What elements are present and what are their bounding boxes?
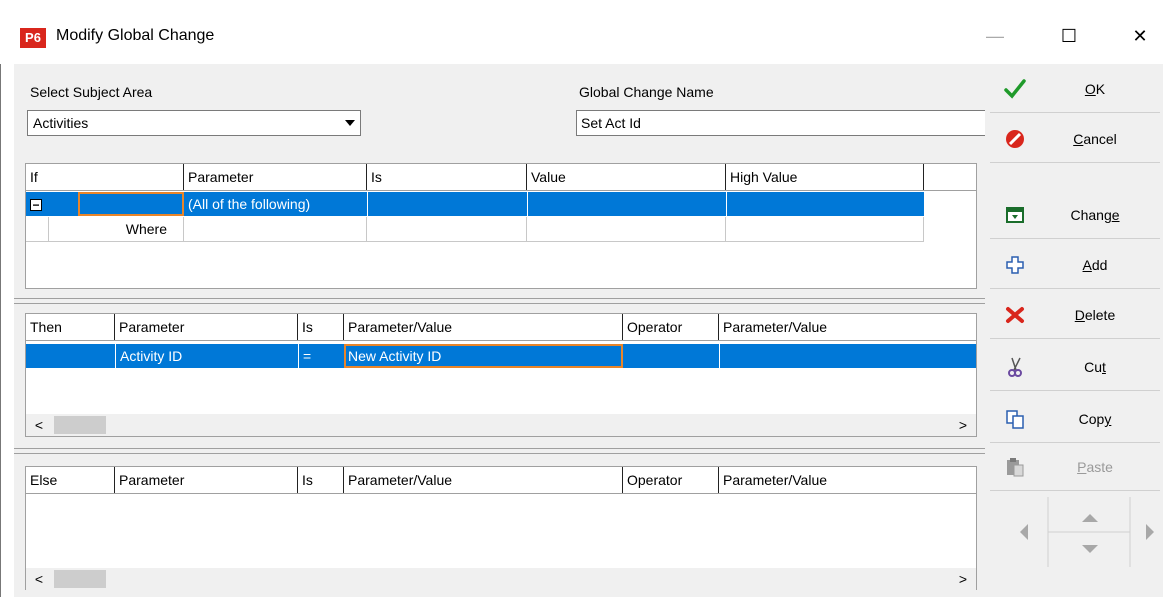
column-header-parameter[interactable]: Parameter bbox=[115, 467, 298, 493]
where-cell[interactable]: Where bbox=[48, 217, 184, 241]
is-cell[interactable] bbox=[367, 192, 527, 216]
copy-label: Copy bbox=[1078, 411, 1112, 427]
ok-label: OK bbox=[1084, 81, 1106, 97]
scroll-right-icon[interactable]: > bbox=[952, 414, 974, 436]
column-header-else[interactable]: Else bbox=[26, 467, 115, 493]
plus-icon bbox=[1004, 254, 1026, 276]
move-right-icon[interactable] bbox=[1146, 524, 1154, 540]
subject-area-label: Select Subject Area bbox=[30, 84, 153, 100]
collapse-icon[interactable]: − bbox=[30, 199, 42, 211]
table-row[interactable]: − (All of the following) bbox=[26, 192, 924, 216]
subject-area-value: Activities bbox=[33, 115, 89, 131]
horizontal-scrollbar[interactable]: < > bbox=[26, 568, 976, 590]
parameter-cell[interactable]: Activity ID bbox=[115, 344, 298, 368]
ok-button[interactable]: OK bbox=[990, 66, 1160, 113]
move-left-icon[interactable] bbox=[1020, 524, 1028, 540]
global-change-name-input[interactable]: Set Act Id bbox=[576, 110, 986, 136]
table-row[interactable]: Activity ID = New Activity ID bbox=[26, 344, 976, 368]
global-change-name-value: Set Act Id bbox=[581, 115, 641, 131]
maximize-button[interactable]: ☐ bbox=[1046, 16, 1092, 56]
column-header-is[interactable]: Is bbox=[298, 467, 344, 493]
cancel-button[interactable]: Cancel bbox=[990, 116, 1160, 163]
dropdown-arrow-icon[interactable] bbox=[341, 112, 359, 134]
copy-icon bbox=[1004, 408, 1026, 430]
is-cell[interactable] bbox=[367, 217, 527, 241]
window-title: Modify Global Change bbox=[56, 27, 215, 44]
parameter-cell[interactable] bbox=[184, 217, 367, 241]
close-button[interactable]: ✕ bbox=[1117, 16, 1163, 56]
move-arrows-pad bbox=[990, 493, 1160, 571]
table-row[interactable]: Where bbox=[26, 217, 924, 242]
change-button[interactable]: Change bbox=[990, 192, 1160, 239]
pane-splitter[interactable] bbox=[14, 298, 985, 304]
parameter-cell[interactable]: (All of the following) bbox=[184, 192, 367, 216]
then-grid[interactable]: Then Parameter Is Parameter/Value Operat… bbox=[25, 313, 977, 437]
copy-button[interactable]: Copy bbox=[990, 396, 1160, 443]
paste-button[interactable]: Paste bbox=[990, 444, 1160, 491]
if-grid[interactable]: If Parameter Is Value High Value − (All … bbox=[25, 163, 977, 289]
cut-label: Cut bbox=[1084, 359, 1106, 375]
move-arrows-graphic bbox=[1020, 497, 1154, 567]
horizontal-scrollbar[interactable]: < > bbox=[26, 414, 976, 436]
cut-button[interactable]: Cut bbox=[990, 344, 1160, 391]
move-up-icon[interactable] bbox=[1082, 514, 1098, 522]
column-header-parameter-value-2[interactable]: Parameter/Value bbox=[719, 467, 976, 493]
pane-splitter[interactable] bbox=[14, 448, 985, 454]
column-header-parameter-value[interactable]: Parameter/Value bbox=[344, 467, 623, 493]
value-cell[interactable] bbox=[527, 192, 726, 216]
column-header-value[interactable]: Value bbox=[527, 164, 726, 190]
operator-cell[interactable] bbox=[623, 344, 719, 368]
scroll-left-icon[interactable]: < bbox=[28, 568, 50, 590]
scroll-right-icon[interactable]: > bbox=[952, 568, 974, 590]
paste-icon bbox=[1004, 456, 1026, 478]
value-cell[interactable] bbox=[527, 217, 726, 241]
change-icon bbox=[1004, 204, 1026, 226]
if-cell[interactable] bbox=[78, 192, 184, 216]
scroll-thumb[interactable] bbox=[54, 416, 106, 434]
move-down-icon[interactable] bbox=[1082, 545, 1098, 553]
then-grid-header: Then Parameter Is Parameter/Value Operat… bbox=[26, 314, 976, 341]
if-grid-header: If Parameter Is Value High Value bbox=[26, 164, 976, 191]
change-label: Change bbox=[1070, 207, 1120, 223]
is-cell[interactable]: = bbox=[298, 344, 344, 368]
global-change-name-label: Global Change Name bbox=[579, 84, 714, 100]
checkmark-icon bbox=[1004, 78, 1026, 100]
add-label: Add bbox=[1082, 257, 1108, 273]
else-grid[interactable]: Else Parameter Is Parameter/Value Operat… bbox=[25, 466, 977, 590]
delete-x-icon bbox=[1004, 304, 1026, 326]
high-value-cell[interactable] bbox=[726, 192, 924, 216]
cancel-label: Cancel bbox=[1073, 131, 1117, 147]
title-bar: P6 Modify Global Change — ☐ ✕ bbox=[0, 0, 1163, 64]
p6-app-icon: P6 bbox=[20, 28, 46, 48]
column-header-parameter-value-2[interactable]: Parameter/Value bbox=[719, 314, 976, 340]
subject-area-dropdown[interactable]: Activities bbox=[27, 110, 361, 136]
column-header-high-value[interactable]: High Value bbox=[726, 164, 924, 190]
column-header-operator[interactable]: Operator bbox=[623, 314, 719, 340]
scroll-left-icon[interactable]: < bbox=[28, 414, 50, 436]
column-header-if[interactable]: If bbox=[26, 164, 184, 190]
parameter-value-cell[interactable]: New Activity ID bbox=[344, 344, 623, 368]
paste-label: Paste bbox=[1077, 459, 1113, 475]
add-button[interactable]: Add bbox=[990, 242, 1160, 289]
column-header-then[interactable]: Then bbox=[26, 314, 115, 340]
else-grid-header: Else Parameter Is Parameter/Value Operat… bbox=[26, 467, 976, 494]
high-value-cell[interactable] bbox=[726, 217, 924, 241]
window-border bbox=[0, 64, 1, 597]
delete-button[interactable]: Delete bbox=[990, 292, 1160, 339]
scissors-icon bbox=[1004, 356, 1026, 378]
column-header-parameter-value[interactable]: Parameter/Value bbox=[344, 314, 623, 340]
column-header-operator[interactable]: Operator bbox=[623, 467, 719, 493]
minimize-button[interactable]: — bbox=[972, 16, 1018, 56]
scroll-thumb[interactable] bbox=[54, 570, 106, 588]
column-header-parameter[interactable]: Parameter bbox=[115, 314, 298, 340]
delete-label: Delete bbox=[1074, 307, 1116, 323]
cancel-icon bbox=[1004, 128, 1026, 150]
then-cell[interactable] bbox=[26, 344, 115, 368]
row-group-cell: − bbox=[26, 192, 78, 216]
parameter-value-2-cell[interactable] bbox=[719, 344, 976, 368]
column-header-parameter[interactable]: Parameter bbox=[184, 164, 367, 190]
column-header-is[interactable]: Is bbox=[298, 314, 344, 340]
column-header-is[interactable]: Is bbox=[367, 164, 527, 190]
